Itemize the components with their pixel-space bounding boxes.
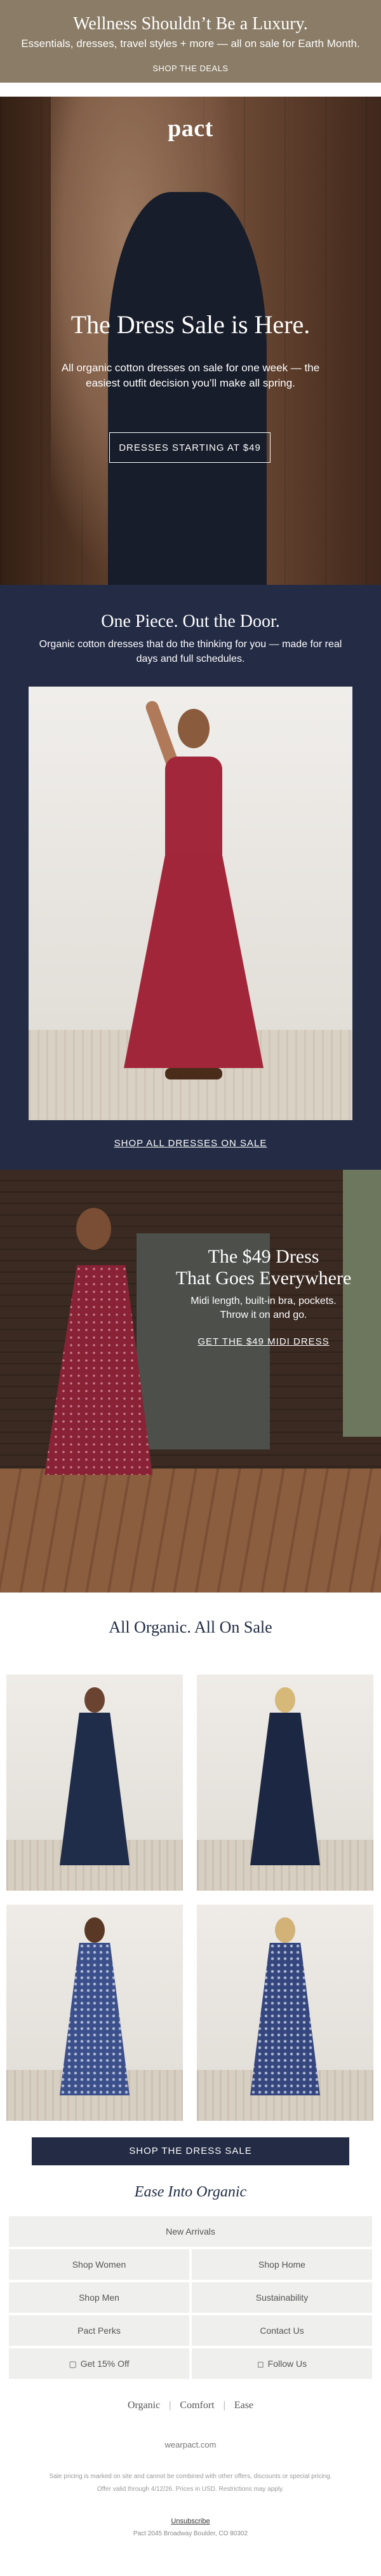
website-link[interactable]: wearpact.com: [0, 2440, 381, 2449]
midi-title: The $49 Dress That Goes Everywhere: [175, 1246, 352, 1289]
one-piece-section: One Piece. Out the Door. Organic cotton …: [0, 585, 381, 1170]
brand-logo[interactable]: pact: [0, 114, 381, 142]
nav-get-offer[interactable]: ▢ Get 15% Off: [9, 2348, 189, 2379]
section-title: One Piece. Out the Door.: [101, 612, 280, 631]
legal-text: Offer valid through 4/12/26. Prices in U…: [97, 2486, 284, 2493]
get-midi-dress-link[interactable]: GET THE $49 MIDI DRESS: [162, 1336, 365, 1347]
shop-all-dresses-link[interactable]: SHOP ALL DRESSES ON SALE: [0, 1138, 381, 1149]
dresses-starting-button[interactable]: DRESSES STARTING AT $49: [109, 432, 271, 463]
nav-shop-home[interactable]: Shop Home: [192, 2249, 372, 2280]
instagram-icon: ◻: [257, 2359, 264, 2369]
grid-title: All Organic. All On Sale: [109, 1618, 272, 1636]
hero-title: The Dress Sale is Here.: [70, 310, 311, 339]
shop-the-deals-link[interactable]: SHOP THE DEALS: [0, 64, 381, 73]
product-blue-print-dress[interactable]: [6, 1905, 183, 2121]
banner-subtitle: Essentials, dresses, travel styles + mor…: [21, 38, 360, 50]
banner-title: Wellness Shouldn’t Be a Luxury.: [73, 14, 308, 34]
midi-model-image: [76, 1208, 111, 1250]
section-subtitle: Organic cotton dresses that do the think…: [39, 639, 342, 664]
top-promo-banner: Wellness Shouldn’t Be a Luxury. Essentia…: [0, 0, 381, 83]
product-navy-tank-dress[interactable]: [197, 1675, 373, 1891]
nav-contact-us[interactable]: Contact Us: [192, 2315, 372, 2346]
legal-text: Sale pricing is marked on site and canno…: [49, 2473, 332, 2480]
red-dress-model-image[interactable]: [29, 687, 352, 1120]
footer-tagline: Organic | Comfort | Ease: [127, 2400, 254, 2411]
nav-sustainability[interactable]: Sustainability: [192, 2282, 372, 2313]
midi-dress-section[interactable]: The $49 Dress That Goes Everywhere Midi …: [0, 1170, 381, 1593]
hero-section[interactable]: pact The Dress Sale is Here. All organic…: [0, 97, 381, 585]
nav-shop-women[interactable]: Shop Women: [9, 2249, 189, 2280]
nav-pact-perks[interactable]: Pact Perks: [9, 2315, 189, 2346]
nav-follow-us[interactable]: ◻ Follow Us: [192, 2348, 372, 2379]
nav-new-arrivals[interactable]: New Arrivals: [9, 2216, 372, 2247]
product-navy-tshirt-dress[interactable]: [6, 1675, 183, 1891]
chat-icon: ▢: [69, 2359, 77, 2369]
hero-subtitle: All organic cotton dresses on sale for o…: [61, 362, 320, 389]
nav-shop-men[interactable]: Shop Men: [9, 2282, 189, 2313]
shop-dress-sale-button[interactable]: SHOP THE DRESS SALE: [32, 2137, 349, 2165]
ease-title: Ease Into Organic: [134, 2184, 247, 2200]
company-address: Pact 2045 Broadway Boulder, CO 80302: [133, 2530, 248, 2537]
product-blue-print-midi-dress[interactable]: [197, 1905, 373, 2121]
midi-subtitle: Midi length, built-in bra, pockets. Thro…: [190, 1296, 337, 1320]
unsubscribe-link[interactable]: Unsubscribe: [0, 2518, 381, 2525]
